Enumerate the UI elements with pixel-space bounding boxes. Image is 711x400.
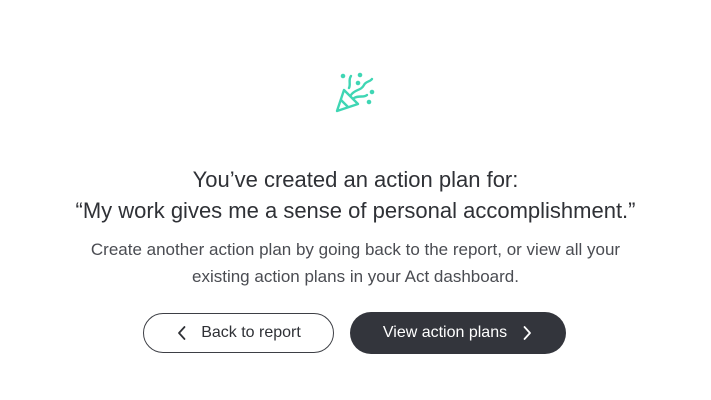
view-action-plans-label: View action plans [382,324,508,341]
confirmation-heading: You’ve created an action plan for: [192,167,519,192]
chevron-left-icon [178,326,186,340]
back-to-report-button[interactable]: Back to report [143,313,334,353]
chevron-right-icon [523,326,532,340]
back-to-report-label: Back to report [201,324,301,341]
instructions-text: Create another action plan by going back… [90,240,621,286]
view-action-plans-button[interactable]: View action plans [350,312,566,354]
action-plan-statement: “My work gives me a sense of personal ac… [75,198,636,223]
party-popper-icon [335,72,375,113]
